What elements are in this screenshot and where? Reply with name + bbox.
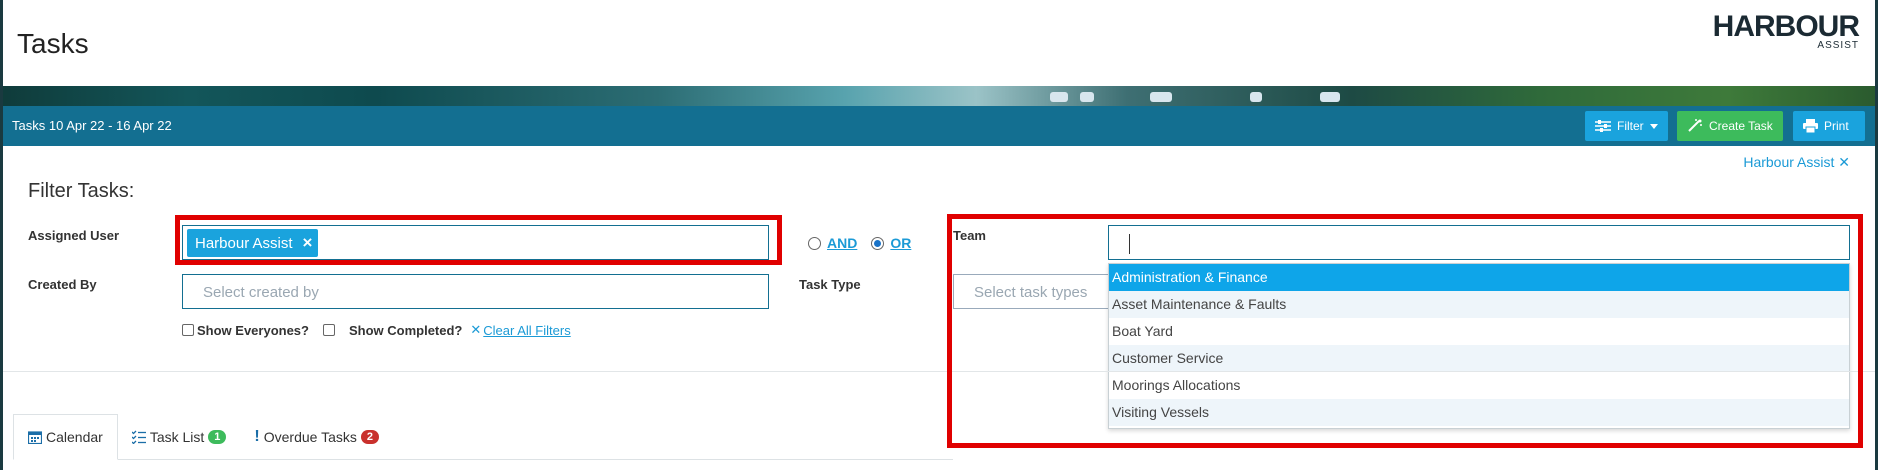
- magic-wand-icon: [1688, 119, 1702, 132]
- print-button-label: Print: [1824, 119, 1849, 133]
- date-range-title: Tasks 10 Apr 22 - 16 Apr 22: [12, 118, 172, 133]
- task-type-input[interactable]: Select task types: [953, 274, 1113, 309]
- page-title: Tasks: [17, 28, 89, 59]
- or-radio[interactable]: [871, 236, 885, 250]
- task-list-count-badge: 1: [208, 430, 227, 444]
- view-tabs: Calendar Task List 1 ! Overdue Tasks 2: [13, 414, 393, 460]
- calendar-icon: [28, 431, 42, 444]
- banner-boat-shape: [1250, 92, 1262, 102]
- team-option[interactable]: Customer Service: [1109, 345, 1849, 372]
- tab-overdue-label: Overdue Tasks: [263, 429, 357, 445]
- create-task-button[interactable]: Create Task: [1677, 111, 1783, 141]
- task-type-label: Task Type: [799, 277, 861, 292]
- banner-boat-shape: [1150, 92, 1172, 102]
- marina-banner-image: [0, 86, 1878, 106]
- team-option[interactable]: Visiting Vessels: [1109, 399, 1849, 426]
- sliders-icon: [1595, 120, 1611, 132]
- active-user-filter-link[interactable]: Harbour Assist ✕: [1743, 154, 1850, 171]
- filter-heading: Filter Tasks:: [28, 180, 135, 202]
- section-divider: [3, 371, 1875, 372]
- chevron-down-icon: [1649, 123, 1658, 129]
- filter-button[interactable]: Filter: [1585, 111, 1668, 141]
- team-option[interactable]: Moorings Allocations: [1109, 372, 1849, 399]
- show-completed-label: Show Completed?: [348, 322, 463, 338]
- assigned-user-label: Assigned User: [28, 228, 120, 243]
- filter-logic-radio-group: AND OR: [808, 235, 925, 251]
- and-radio[interactable]: [808, 236, 821, 250]
- show-completed-checkbox[interactable]: [322, 324, 335, 336]
- team-option[interactable]: Asset Maintenance & Faults: [1109, 291, 1849, 318]
- and-radio-label[interactable]: AND: [827, 235, 857, 251]
- text-cursor: [1129, 234, 1130, 254]
- assigned-user-tag-label: Harbour Assist: [195, 234, 293, 252]
- team-dropdown-list: Administration & Finance Asset Maintenan…: [1108, 263, 1850, 429]
- remove-tag-icon[interactable]: ×: [303, 233, 313, 253]
- created-by-placeholder: Select created by: [203, 284, 319, 301]
- overdue-count-badge: 2: [360, 430, 379, 444]
- or-radio-label[interactable]: OR: [890, 235, 911, 251]
- team-label: Team: [953, 228, 986, 243]
- tasks-toolbar: Tasks 10 Apr 22 - 16 Apr 22 Filter Creat…: [0, 106, 1878, 146]
- tab-overdue-tasks[interactable]: ! Overdue Tasks 2: [240, 414, 393, 460]
- banner-boat-shape: [1320, 92, 1340, 102]
- tab-task-list-label: Task List: [149, 429, 205, 445]
- team-option[interactable]: Boat Yard: [1109, 318, 1849, 345]
- create-task-label: Create Task: [1709, 119, 1773, 133]
- logo-wordmark: HARBOUR: [1712, 10, 1860, 43]
- banner-boat-shape: [1080, 92, 1094, 102]
- team-input[interactable]: [1108, 225, 1850, 260]
- tab-calendar[interactable]: Calendar: [13, 414, 118, 460]
- exclamation-icon: !: [254, 428, 260, 445]
- show-everyones-label: Show Everyones?: [197, 322, 309, 338]
- assigned-user-tag: Harbour Assist ×: [187, 229, 319, 257]
- harbour-assist-logo[interactable]: HARBOUR ASSIST: [1712, 10, 1860, 52]
- clear-all-filters-link[interactable]: Clear All Filters: [483, 323, 570, 338]
- task-type-placeholder: Select task types: [974, 284, 1088, 301]
- team-option[interactable]: Administration & Finance: [1109, 264, 1849, 291]
- clear-icon[interactable]: ✕: [470, 322, 481, 338]
- filter-button-label: Filter: [1617, 119, 1644, 133]
- filter-options-row: Show Everyones? Show Completed? ✕ Clear …: [182, 322, 571, 338]
- tab-calendar-label: Calendar: [46, 429, 103, 445]
- show-everyones-checkbox[interactable]: [182, 324, 194, 336]
- close-icon[interactable]: ✕: [1838, 154, 1850, 170]
- created-by-input[interactable]: Select created by: [182, 274, 769, 309]
- assigned-user-input[interactable]: Harbour Assist ×: [182, 225, 769, 260]
- print-button[interactable]: Print: [1793, 111, 1865, 141]
- page-header: Tasks HARBOUR ASSIST: [0, 0, 1878, 86]
- banner-boat-shape: [1050, 92, 1068, 102]
- active-user-filter-label: Harbour Assist: [1743, 154, 1835, 170]
- list-check-icon: [131, 430, 146, 444]
- printer-icon: [1803, 119, 1818, 133]
- created-by-label: Created By: [28, 277, 97, 292]
- tab-task-list[interactable]: Task List 1: [118, 414, 241, 460]
